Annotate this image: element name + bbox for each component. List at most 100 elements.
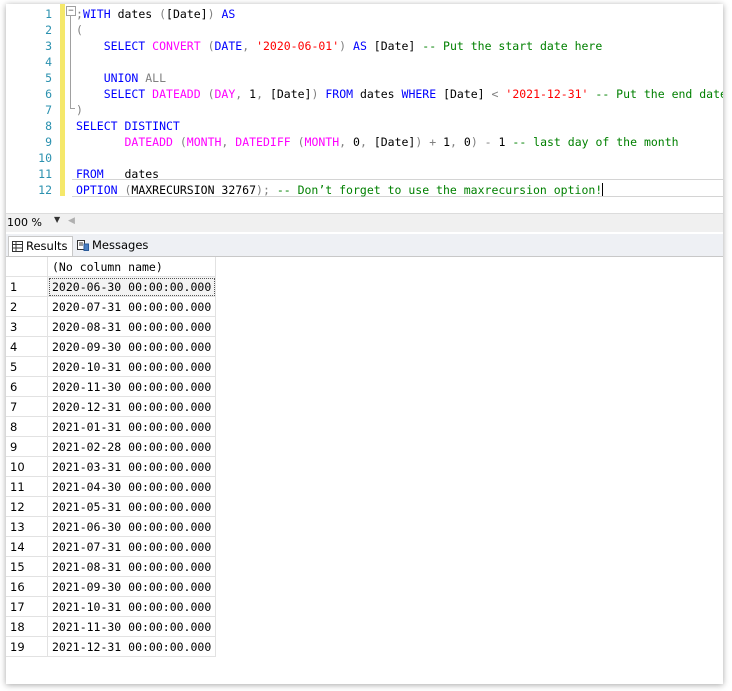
query-editor[interactable]: 1 2 3 4 5 6 7 8 9 10 11 12 − ;WITH dates ([Date]) A… <box>6 4 723 212</box>
code-token: '2021-12-31' <box>498 87 589 101</box>
code-token: [Date] <box>373 135 416 149</box>
grid-cell[interactable]: 2021-07-31 00:00:00.000 <box>47 536 217 557</box>
code-token: ( <box>117 183 132 197</box>
grid-cell[interactable]: 2021-05-31 00:00:00.000 <box>47 496 217 517</box>
code-token: ALL <box>138 71 167 85</box>
row-number[interactable]: 13 <box>6 516 48 537</box>
table-row[interactable]: 6 2020-11-30 00:00:00.000 <box>6 376 217 397</box>
table-row[interactable]: 5 2020-10-31 00:00:00.000 <box>6 356 217 377</box>
row-number[interactable]: 1 <box>6 276 48 297</box>
grid-cell[interactable]: 2021-12-31 00:00:00.000 <box>47 636 217 657</box>
table-row[interactable]: 14 2021-07-31 00:00:00.000 <box>6 536 217 557</box>
grid-cell[interactable]: 2020-08-31 00:00:00.000 <box>47 316 217 337</box>
tab-messages[interactable]: Messages <box>74 236 152 254</box>
row-number[interactable]: 14 <box>6 536 48 557</box>
grid-cell[interactable]: 2021-08-31 00:00:00.000 <box>47 556 217 577</box>
row-number[interactable]: 3 <box>6 316 48 337</box>
code-token: WHERE <box>401 87 437 101</box>
code-token: SELECT DISTINCT <box>76 119 180 133</box>
grid-icon <box>12 241 23 252</box>
code-token: AS <box>214 7 236 21</box>
editor-status-strip: 100 % ▼ ◀ <box>6 213 723 232</box>
code-token: DATEDIFF <box>235 135 291 149</box>
grid-cell[interactable]: 2021-11-30 00:00:00.000 <box>47 616 217 637</box>
code-token: , <box>256 87 270 101</box>
grid-cell[interactable]: 2021-09-30 00:00:00.000 <box>47 576 217 597</box>
grid-cell[interactable]: 2020-06-30 00:00:00.000 <box>47 276 217 297</box>
line-number: 12 <box>38 183 52 197</box>
row-number[interactable]: 8 <box>6 416 48 437</box>
code-token: - <box>477 135 499 149</box>
row-number[interactable]: 17 <box>6 596 48 617</box>
table-row[interactable]: 4 2020-09-30 00:00:00.000 <box>6 336 217 357</box>
change-tracking-bar <box>60 4 65 196</box>
results-grid[interactable]: (No column name) 1 2020-06-30 00:00:00.00… <box>6 257 723 684</box>
code-token: , <box>235 87 250 101</box>
column-header[interactable]: (No column name) <box>47 257 217 277</box>
code-token: MONTH <box>186 135 222 149</box>
row-number[interactable]: 4 <box>6 336 48 357</box>
outline-end <box>70 108 75 109</box>
grid-cell[interactable]: 2020-07-31 00:00:00.000 <box>47 296 217 317</box>
grid-cell[interactable]: 2020-12-31 00:00:00.000 <box>47 396 217 417</box>
table-row[interactable]: 17 2021-10-31 00:00:00.000 <box>6 596 217 617</box>
table-row[interactable]: 9 2021-02-28 00:00:00.000 <box>6 436 217 457</box>
grid-cell[interactable]: 2021-06-30 00:00:00.000 <box>47 516 217 537</box>
code-token: dates <box>353 87 402 101</box>
code-line: SELECT CONVERT (DATE, '2020-06-01') AS [… <box>76 38 603 54</box>
code-token: , <box>339 135 354 149</box>
table-row[interactable]: 1 2020-06-30 00:00:00.000 <box>6 276 217 297</box>
table-row[interactable]: 12 2021-05-31 00:00:00.000 <box>6 496 217 517</box>
table-row[interactable]: 13 2021-06-30 00:00:00.000 <box>6 516 217 537</box>
row-number[interactable]: 10 <box>6 456 48 477</box>
grid-cell[interactable]: 2021-02-28 00:00:00.000 <box>47 436 217 457</box>
row-number[interactable]: 11 <box>6 476 48 497</box>
row-header-corner[interactable] <box>6 257 48 277</box>
tab-results-label: Results <box>26 239 68 253</box>
table-row[interactable]: 11 2021-04-30 00:00:00.000 <box>6 476 217 497</box>
collapse-icon[interactable]: − <box>66 6 76 16</box>
row-number[interactable]: 2 <box>6 296 48 317</box>
code-token: UNION <box>76 71 139 85</box>
table-row[interactable]: 16 2021-09-30 00:00:00.000 <box>6 576 217 597</box>
row-number[interactable]: 7 <box>6 396 48 417</box>
code-token: ) <box>470 135 478 149</box>
grid-cell[interactable]: 2020-10-31 00:00:00.000 <box>47 356 217 377</box>
line-number: 4 <box>45 55 52 69</box>
code-token: DAY <box>214 87 236 101</box>
zoom-select[interactable]: 100 % <box>6 215 61 230</box>
line-number: 11 <box>38 167 52 181</box>
table-row[interactable]: 7 2020-12-31 00:00:00.000 <box>6 396 217 417</box>
grid-cell[interactable]: 2021-01-31 00:00:00.000 <box>47 416 217 437</box>
code-token: -- Put the end date here <box>595 87 723 101</box>
row-number[interactable]: 19 <box>6 636 48 657</box>
grid-cell[interactable]: 2021-10-31 00:00:00.000 <box>47 596 217 617</box>
table-row[interactable]: 15 2021-08-31 00:00:00.000 <box>6 556 217 577</box>
grid-cell[interactable]: 2020-09-30 00:00:00.000 <box>47 336 217 357</box>
row-number[interactable]: 15 <box>6 556 48 577</box>
code-token: ( <box>172 135 187 149</box>
row-number[interactable]: 9 <box>6 436 48 457</box>
code-line: ( <box>76 22 83 38</box>
chevron-down-icon[interactable]: ▼ <box>54 215 60 224</box>
table-row[interactable]: 8 2021-01-31 00:00:00.000 <box>6 416 217 437</box>
table-row[interactable]: 2 2020-07-31 00:00:00.000 <box>6 296 217 317</box>
scroll-left-icon[interactable]: ◀ <box>68 216 75 226</box>
table-row[interactable]: 3 2020-08-31 00:00:00.000 <box>6 316 217 337</box>
row-number[interactable]: 5 <box>6 356 48 377</box>
code-token: ; <box>76 7 83 21</box>
table-row[interactable]: 10 2021-03-31 00:00:00.000 <box>6 456 217 477</box>
grid-cell[interactable]: 2021-04-30 00:00:00.000 <box>47 476 217 497</box>
table-row[interactable]: 19 2021-12-31 00:00:00.000 <box>6 636 217 657</box>
row-number[interactable]: 18 <box>6 616 48 637</box>
table-row[interactable]: 18 2021-11-30 00:00:00.000 <box>6 616 217 637</box>
line-number: 10 <box>38 151 52 165</box>
row-number[interactable]: 6 <box>6 376 48 397</box>
grid-cell[interactable]: 2020-11-30 00:00:00.000 <box>47 376 217 397</box>
tab-results[interactable]: Results <box>8 236 73 256</box>
line-number: 8 <box>45 119 52 133</box>
result-tabs: Results Messages <box>6 234 723 257</box>
row-number[interactable]: 16 <box>6 576 48 597</box>
row-number[interactable]: 12 <box>6 496 48 517</box>
grid-cell[interactable]: 2021-03-31 00:00:00.000 <box>47 456 217 477</box>
